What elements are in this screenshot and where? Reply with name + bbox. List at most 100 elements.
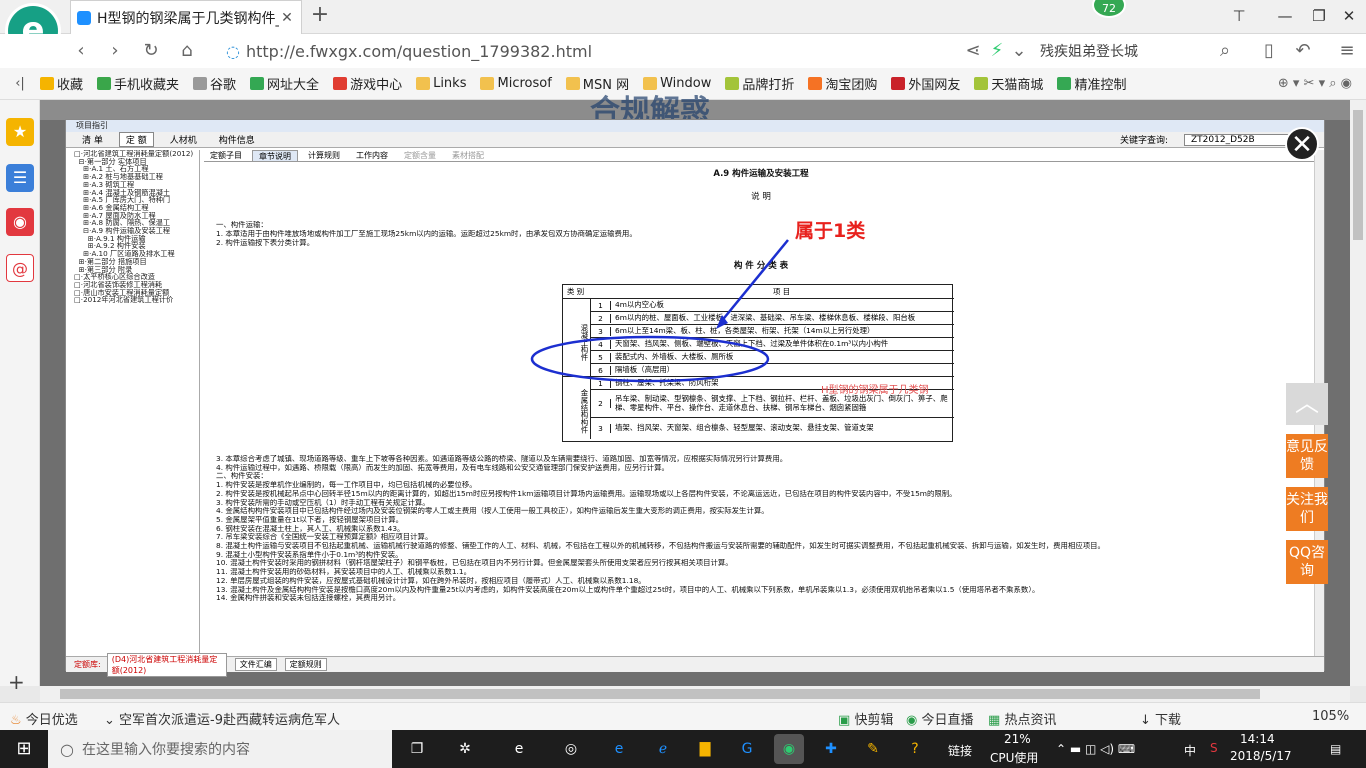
download[interactable]: ↓ 下载 <box>1140 709 1181 728</box>
tray-icons[interactable]: ⌃ ▬ ◫ ◁) ⌨ <box>1056 742 1135 756</box>
subtab-items[interactable]: 定额子目 <box>204 150 248 161</box>
back-icon[interactable]: ‹ <box>68 39 94 63</box>
tree-node[interactable]: □·2012年河北省建筑工程计价 <box>74 296 199 304</box>
windows-start-icon[interactable]: ⊞ <box>0 730 48 768</box>
mail-icon[interactable]: @ <box>6 254 34 282</box>
tree-node[interactable]: ⊞·第三部分 附录 <box>74 266 199 274</box>
pinwheel-icon[interactable]: ✲ <box>450 734 480 764</box>
quota-db-select[interactable]: (D4)河北省建筑工程消耗量定额(2012) <box>106 652 227 677</box>
add-icon[interactable]: + <box>8 670 25 694</box>
tree-node[interactable]: □·河北省建筑工程消耗量定额(2012) <box>74 150 199 158</box>
bookmark-item[interactable]: 收藏 <box>40 74 83 93</box>
ime-indicator[interactable]: 中 <box>1184 742 1196 759</box>
tree-node[interactable]: ⊞·A.1 土、石方工程 <box>74 165 199 173</box>
bookmark-item[interactable]: 谷歌 <box>193 74 236 93</box>
quick-clip[interactable]: ▣ 快剪辑 <box>838 709 893 728</box>
quota-rules-button[interactable]: 定额规则 <box>284 658 327 671</box>
reload-icon[interactable]: ↻ <box>138 39 164 63</box>
new-tab-button[interactable]: + <box>308 4 332 28</box>
search-icon[interactable]: ⌕ <box>1212 39 1238 63</box>
phone-icon[interactable]: ▯ <box>1256 39 1282 63</box>
ie-icon[interactable]: ℯ <box>648 734 678 764</box>
file-compile-button[interactable]: 文件汇编 <box>234 658 277 671</box>
sidebar-toggle-icon[interactable]: ‹| <box>0 76 40 91</box>
bookmark-item[interactable]: 淘宝团购 <box>808 74 877 93</box>
news-ticker[interactable]: ⌄ 空军首次派遣运-9赴西藏转运病危军人 <box>104 709 340 728</box>
bookmark-item[interactable]: 游戏中心 <box>333 74 402 93</box>
follow-us-button[interactable]: 关注我们 <box>1286 487 1328 531</box>
vertical-scrollbar[interactable] <box>1350 100 1366 686</box>
active-browser-icon[interactable]: ◉ <box>774 734 804 764</box>
scroll-thumb[interactable] <box>60 689 1260 699</box>
subtab-content[interactable]: 定额含量 <box>398 150 442 161</box>
lightbox-close-button[interactable]: ✕ <box>1285 127 1319 161</box>
menu-icon[interactable]: ≡ <box>1334 39 1360 63</box>
subtab-notes[interactable]: 章节说明 <box>252 150 298 161</box>
bookmark-item[interactable]: 网址大全 <box>250 74 319 93</box>
notification-icon[interactable]: ▤ <box>1330 742 1341 756</box>
plus-app-icon[interactable]: ✚ <box>816 734 846 764</box>
sogou-icon[interactable]: S <box>1210 741 1218 755</box>
subtab-material[interactable]: 素材搭配 <box>446 150 490 161</box>
clock-date[interactable]: 2018/5/17 <box>1230 749 1292 763</box>
tree-node[interactable]: ⊞·A.3 砌筑工程 <box>74 181 199 189</box>
tab-close-icon[interactable]: ✕ <box>279 10 295 26</box>
help-app-icon[interactable]: ? <box>900 734 930 764</box>
chrome-like-icon[interactable]: ◎ <box>556 734 586 764</box>
subtab-work[interactable]: 工作内容 <box>350 150 394 161</box>
feedback-button[interactable]: 意见反馈 <box>1286 434 1328 478</box>
share-icon[interactable]: ⋖ <box>960 39 986 63</box>
tree-node[interactable]: ⊟·第一部分 实体项目 <box>74 158 199 166</box>
task-view-icon[interactable]: ❐ <box>402 734 432 764</box>
tree-node[interactable]: ⊞·A.8 防腐、隔热、保温工 <box>74 219 199 227</box>
tree-node[interactable]: ⊞·A.7 屋面及防水工程 <box>74 212 199 220</box>
toolbar-extensions[interactable]: ⊕ ▾ ✂ ▾ ⌕ ◉ <box>1278 76 1352 91</box>
live-today[interactable]: ◉ 今日直播 <box>906 709 974 728</box>
back-to-top-button[interactable]: ︿ <box>1286 383 1328 425</box>
bookmark-item[interactable]: 外国网友 <box>891 74 960 93</box>
bookmark-item[interactable]: Links <box>416 74 466 93</box>
browser-e-icon[interactable]: e <box>504 734 534 764</box>
tab-quota[interactable]: 定 额 <box>118 132 154 147</box>
edge-icon[interactable]: e <box>604 734 634 764</box>
qq-consult-button[interactable]: QQ咨询 <box>1286 540 1328 584</box>
list-icon[interactable]: ☰ <box>6 164 34 192</box>
bookmark-item[interactable]: 手机收藏夹 <box>97 74 179 93</box>
bookmark-item[interactable]: 精准控制 <box>1057 74 1126 93</box>
clock-time[interactable]: 14:14 <box>1240 732 1275 746</box>
tree-node[interactable]: ⊞·A.6 金属结构工程 <box>74 204 199 212</box>
undo-icon[interactable]: ↶ <box>1290 39 1316 63</box>
tree-node[interactable]: ⊞·第二部分 措施项目 <box>74 258 199 266</box>
tab-component-info[interactable]: 构件信息 <box>213 133 261 146</box>
tree-node[interactable]: □·太平桥核心区综合改造 <box>74 273 199 281</box>
tree-node[interactable]: ⊞·A.2 桩与地基基础工程 <box>74 173 199 181</box>
home-icon[interactable]: ⌂ <box>174 39 200 63</box>
link-label[interactable]: 链接 <box>948 742 972 759</box>
scroll-thumb[interactable] <box>1353 110 1363 240</box>
tree-node[interactable]: ⊟·A.9 构件运输及安装工程 <box>74 227 199 235</box>
browser-tab[interactable]: H型钢的钢梁属于几类钢构件_广 ✕ <box>70 0 302 34</box>
tree-node[interactable]: ⊞·A.4 混凝土及钢筋混凝土 <box>74 189 199 197</box>
forward-icon[interactable]: › <box>102 39 128 63</box>
tree-node[interactable]: ⊞·A.9.1 构件运输 <box>74 235 199 243</box>
bookmark-item[interactable]: Microsof <box>480 74 552 93</box>
close-window-button[interactable]: ✕ <box>1326 0 1366 32</box>
bookmark-item[interactable]: 品牌打折 <box>725 74 794 93</box>
favorites-star-icon[interactable]: ★ <box>6 118 34 146</box>
hot-news[interactable]: ▦ 热点资讯 <box>988 709 1056 728</box>
tree-node[interactable]: ⊞·A.5 厂库房大门、特种门 <box>74 196 199 204</box>
bookmark-item[interactable]: 天猫商城 <box>974 74 1043 93</box>
tree-node[interactable]: ⊞·A.9.2 构件安装 <box>74 242 199 250</box>
tab-materials[interactable]: 人材机 <box>164 133 203 146</box>
file-explorer-icon[interactable]: ▇ <box>690 734 720 764</box>
notes-app-icon[interactable]: ✎ <box>858 734 888 764</box>
address-bar[interactable]: ◌ http://e.fwxgx.com/question_1799382.ht… <box>226 40 956 62</box>
tab-list[interactable]: 清 单 <box>76 133 109 146</box>
taskbar-search-input[interactable]: ○ 在这里输入你要搜索的内容 <box>48 730 392 768</box>
weibo-icon[interactable]: ◉ <box>6 208 34 236</box>
horizontal-scrollbar[interactable] <box>40 686 1350 702</box>
tree-node[interactable]: ⊞·A.10 厂区道路及排水工程 <box>74 250 199 258</box>
tree-node[interactable]: □·唐山市安装工程消耗量定额 <box>74 289 199 297</box>
tree-node[interactable]: □·河北省装饰装修工程消耗 <box>74 281 199 289</box>
skin-icon[interactable]: ⊤ <box>1216 0 1262 32</box>
